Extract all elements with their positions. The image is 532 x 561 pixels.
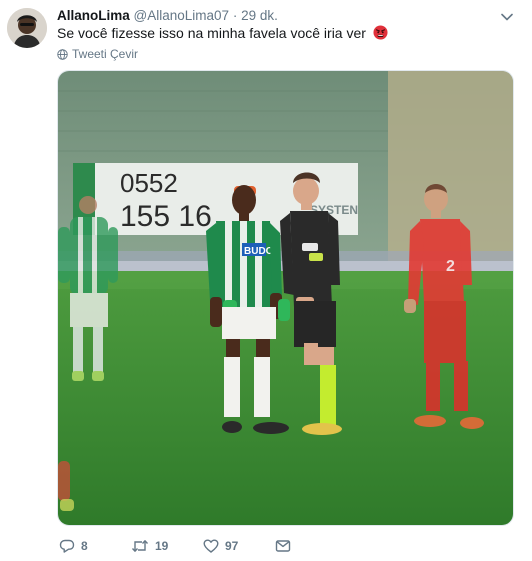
direct-message-button[interactable] [275, 537, 291, 555]
billboard-line2: 155 16 [120, 200, 212, 233]
photo-scene: 0552 155 16 SYSTEN BUDO 2 [58, 71, 513, 525]
translate-label: Tweeti Çevir [72, 47, 139, 61]
reply-count: 8 [81, 539, 88, 553]
jersey-sponsor: BUDO [244, 246, 274, 257]
envelope-icon [275, 540, 291, 552]
display-name[interactable]: AllanoLima [57, 8, 130, 23]
retweet-button[interactable]: 19 [131, 537, 168, 555]
chevron-down-icon[interactable] [500, 10, 514, 24]
tweet-photo[interactable]: 0552 155 16 SYSTEN BUDO 2 [57, 70, 514, 526]
globe-icon [57, 49, 68, 60]
like-button[interactable]: 97 [203, 537, 238, 555]
tweet-text-line: Se você fizesse isso na minha favela voc… [57, 24, 388, 42]
user-handle[interactable]: @AllanoLima07 [134, 8, 230, 23]
like-count: 97 [225, 539, 239, 553]
red-player-number: 2 [446, 258, 455, 275]
avatar-image [7, 8, 47, 48]
separator: · [232, 8, 238, 23]
reply-button[interactable]: 8 [59, 537, 88, 555]
heart-icon [203, 539, 219, 553]
reply-icon [59, 539, 75, 553]
avatar[interactable] [7, 8, 47, 48]
retweet-icon [131, 540, 149, 552]
retweet-count: 19 [155, 539, 169, 553]
tweet-text: Se você fizesse isso na minha favela voc… [57, 25, 366, 41]
timestamp[interactable]: 29 dk. [241, 8, 278, 23]
billboard-line1: 0552 [120, 168, 178, 198]
tweet: AllanoLima @AllanoLima07 · 29 dk. Se voc… [0, 0, 532, 561]
angry-face-emoji-icon [373, 25, 388, 40]
translate-link[interactable]: Tweeti Çevir [57, 47, 138, 61]
